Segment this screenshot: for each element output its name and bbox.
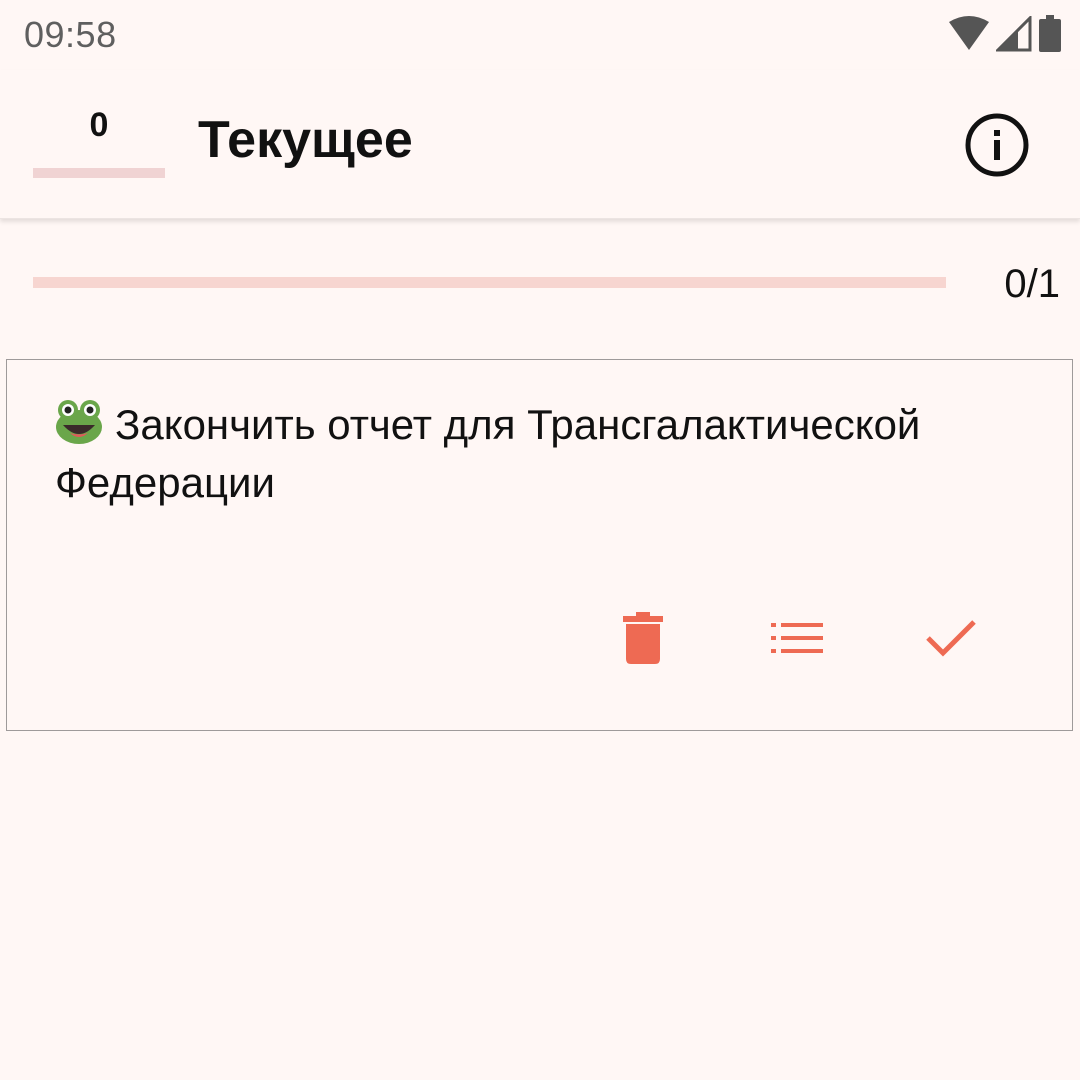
info-button[interactable] (962, 110, 1032, 180)
status-bar: 09:58 (0, 0, 1080, 70)
counter-underline (33, 168, 165, 178)
score-counter[interactable]: 0 (33, 106, 165, 180)
status-time: 09:58 (24, 14, 117, 55)
delete-icon (623, 612, 663, 664)
list-icon (771, 623, 823, 653)
list-button[interactable] (757, 598, 837, 678)
wifi-icon (949, 16, 989, 50)
delete-button[interactable] (603, 598, 683, 678)
battery-icon (1039, 15, 1061, 52)
check-icon (926, 620, 976, 657)
app-bar: 0 Текущее (0, 70, 1080, 219)
progress-bar (33, 277, 946, 288)
task-card[interactable]: Закончить отчет для Трансгалактической Ф… (6, 359, 1073, 731)
status-icons (948, 14, 1062, 54)
page-title: Текущее (198, 111, 413, 169)
task-text: Закончить отчет для Трансгалактической Ф… (55, 401, 921, 506)
counter-value: 0 (89, 106, 109, 144)
info-icon (965, 113, 1029, 177)
task-text-block: Закончить отчет для Трансгалактической Ф… (55, 396, 1025, 512)
complete-button[interactable] (911, 598, 991, 678)
frog-emoji-icon (56, 400, 102, 444)
progress-label: 0/1 (1004, 262, 1060, 306)
signal-icon (996, 16, 1032, 52)
